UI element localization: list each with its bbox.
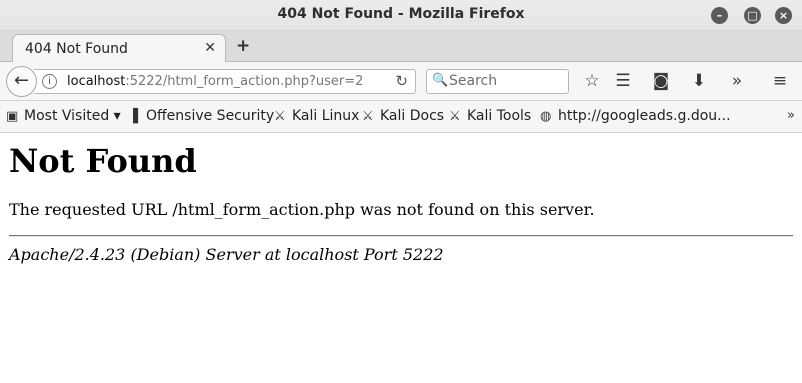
tab-404-not-found[interactable]: 404 Not Found ✕ bbox=[12, 34, 226, 63]
divider bbox=[9, 235, 793, 237]
kali-icon: ⚔ bbox=[274, 109, 286, 124]
bookmark-googleads[interactable]: ◍ http://googleads.g.dou... bbox=[540, 108, 731, 124]
overflow-chevron-icon[interactable]: » bbox=[726, 71, 748, 91]
bookmarks-overflow-chevron-icon[interactable]: » bbox=[787, 108, 795, 123]
back-arrow-icon: ← bbox=[13, 70, 30, 91]
bookmark-label: Offensive Security bbox=[146, 108, 275, 124]
bookmark-kali-docs[interactable]: ⚔ Kali Docs bbox=[362, 108, 444, 124]
bookmark-offensive-security[interactable]: ▐ Offensive Security bbox=[128, 108, 274, 124]
title-bar: 404 Not Found - Mozilla Firefox – □ × bbox=[0, 0, 802, 31]
bookmarks-toolbar: ▣ Most Visited ▾ ▐ Offensive Security ⚔ Kal… bbox=[0, 101, 802, 133]
page-content: Not Found The requested URL /html_form_a… bbox=[0, 134, 802, 383]
site-info-icon[interactable]: i bbox=[42, 74, 57, 89]
back-button[interactable]: ← bbox=[6, 66, 37, 97]
globe-icon: ◍ bbox=[540, 109, 552, 124]
search-box[interactable]: 🔍 bbox=[426, 69, 569, 94]
tab-label: 404 Not Found bbox=[25, 41, 128, 57]
url-bar[interactable]: i localhost:5222/html_form_action.php?us… bbox=[34, 69, 416, 94]
minimize-button[interactable]: – bbox=[711, 7, 728, 24]
search-icon: 🔍 bbox=[432, 73, 449, 88]
page-heading: Not Found bbox=[9, 142, 197, 180]
bookmark-star-icon[interactable]: ☆ bbox=[581, 71, 603, 91]
bookmark-label: Kali Linux bbox=[292, 108, 360, 124]
maximize-button[interactable]: □ bbox=[744, 7, 761, 24]
pocket-icon[interactable]: ◙ bbox=[650, 71, 672, 91]
kali-icon: ⚔ bbox=[449, 109, 461, 124]
offsec-icon: ▐ bbox=[128, 109, 138, 124]
window-title: 404 Not Found - Mozilla Firefox bbox=[277, 6, 525, 22]
reader-list-icon[interactable]: ☰ bbox=[612, 71, 634, 91]
kali-icon: ⚔ bbox=[362, 109, 374, 124]
search-input[interactable] bbox=[449, 73, 564, 89]
url-text[interactable]: localhost:5222/html_form_action.php?user… bbox=[67, 74, 363, 89]
bookmark-kali-tools[interactable]: ⚔ Kali Tools bbox=[449, 108, 531, 124]
bookmark-label: Kali Docs bbox=[380, 108, 445, 124]
url-path: :5222/html_form_action.php?user=2 bbox=[125, 74, 364, 89]
downloads-icon[interactable]: ⬇ bbox=[688, 71, 710, 91]
new-tab-button[interactable]: + bbox=[236, 36, 250, 56]
bookmark-label: http://googleads.g.dou... bbox=[558, 108, 731, 124]
server-signature: Apache/2.4.23 (Debian) Server at localho… bbox=[9, 245, 444, 264]
bookmark-kali-linux[interactable]: ⚔ Kali Linux bbox=[274, 108, 359, 124]
reload-icon[interactable]: ↻ bbox=[395, 72, 408, 90]
url-host: localhost bbox=[67, 74, 126, 89]
hamburger-menu-icon[interactable]: ≡ bbox=[769, 71, 791, 91]
navigation-toolbar: i localhost:5222/html_form_action.php?us… bbox=[0, 62, 802, 101]
bookmark-label: Most Visited ▾ bbox=[24, 108, 121, 124]
tab-bar: 404 Not Found ✕ + bbox=[0, 31, 802, 63]
bookmark-most-visited[interactable]: ▣ Most Visited ▾ bbox=[6, 108, 121, 124]
close-tab-icon[interactable]: ✕ bbox=[204, 40, 216, 56]
close-window-button[interactable]: × bbox=[775, 7, 792, 24]
folder-icon: ▣ bbox=[6, 109, 19, 124]
error-message: The requested URL /html_form_action.php … bbox=[9, 200, 595, 219]
bookmark-label: Kali Tools bbox=[467, 108, 532, 124]
